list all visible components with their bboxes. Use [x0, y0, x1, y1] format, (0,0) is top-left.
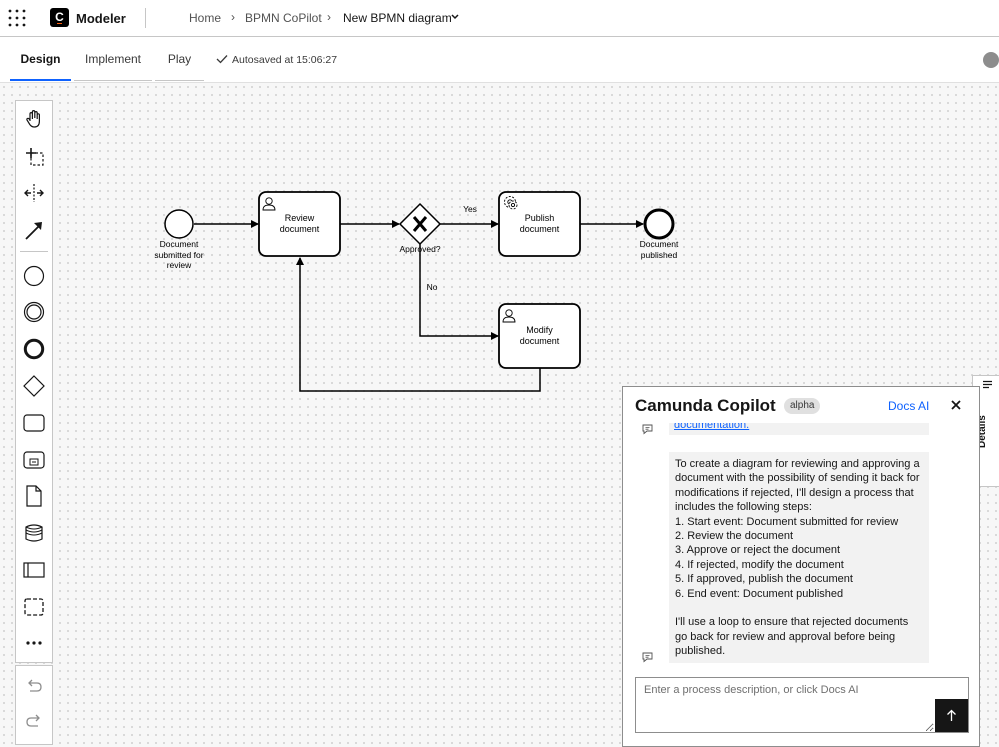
start-event-label: Document submitted for review — [154, 239, 204, 270]
message-intro: To create a diagram for reviewing and ap… — [675, 458, 920, 514]
list-icon — [983, 380, 992, 389]
palette-separator — [20, 251, 48, 252]
more-tools-icon[interactable] — [23, 632, 45, 654]
docs-ai-link[interactable]: Docs AI — [888, 399, 929, 413]
close-icon[interactable] — [950, 399, 962, 411]
space-tool-icon[interactable] — [23, 182, 45, 204]
feedback-icon[interactable] — [642, 424, 653, 435]
task-label: Publish document — [519, 213, 560, 234]
connect-tool-icon[interactable] — [23, 219, 45, 241]
end-event-tool-icon[interactable] — [23, 338, 45, 360]
flow-label-no: No — [426, 282, 438, 292]
data-object-tool-icon[interactable] — [23, 485, 45, 507]
task-label: Modify document — [519, 325, 560, 346]
start-event[interactable] — [164, 209, 194, 239]
arrow-up-icon — [947, 709, 956, 721]
message-step: 1. Start event: Document submitted for r… — [675, 515, 899, 528]
prompt-input[interactable] — [636, 678, 934, 732]
undo-icon[interactable] — [23, 675, 45, 697]
message-outro: I'll use a loop to ensure that rejected … — [675, 616, 909, 658]
tool-palette — [15, 100, 53, 663]
pool-tool-icon[interactable] — [23, 559, 45, 581]
copilot-panel: Camunda Copilot alpha Docs AI documentat… — [622, 386, 980, 747]
documentation-link[interactable]: documentation. — [674, 423, 749, 431]
send-button[interactable] — [935, 699, 968, 732]
gateway-label: Approved? — [399, 244, 441, 254]
gateway-tool-icon[interactable] — [23, 375, 45, 397]
data-store-tool-icon[interactable] — [23, 522, 45, 544]
flow-label-yes: Yes — [463, 204, 477, 214]
task-label: Review document — [279, 213, 320, 234]
lasso-tool-icon[interactable] — [23, 145, 45, 167]
copilot-title: Camunda Copilot — [635, 396, 776, 415]
end-event-label: Document published — [639, 239, 679, 260]
copilot-message: To create a diagram for reviewing and ap… — [669, 452, 929, 663]
redo-icon[interactable] — [23, 710, 45, 732]
end-event[interactable] — [643, 208, 675, 240]
feedback-icon[interactable] — [642, 652, 653, 663]
intermediate-event-tool-icon[interactable] — [23, 301, 45, 323]
start-event-tool-icon[interactable] — [23, 265, 45, 287]
group-tool-icon[interactable] — [23, 596, 45, 618]
undo-redo-panel — [15, 665, 53, 745]
task-tool-icon[interactable] — [23, 412, 45, 434]
message-step: 4. If rejected, modify the document — [675, 558, 844, 571]
message-step: 2. Review the document — [675, 530, 794, 543]
prompt-box — [635, 677, 969, 733]
message-step: 6. End event: Document published — [675, 587, 844, 600]
message-step: 3. Approve or reject the document — [675, 544, 841, 557]
subprocess-tool-icon[interactable] — [23, 449, 45, 471]
alpha-badge: alpha — [784, 398, 821, 414]
hand-tool-icon[interactable] — [23, 108, 45, 130]
message-step: 5. If approved, publish the document — [675, 573, 853, 586]
previous-message: documentation. — [669, 423, 929, 435]
